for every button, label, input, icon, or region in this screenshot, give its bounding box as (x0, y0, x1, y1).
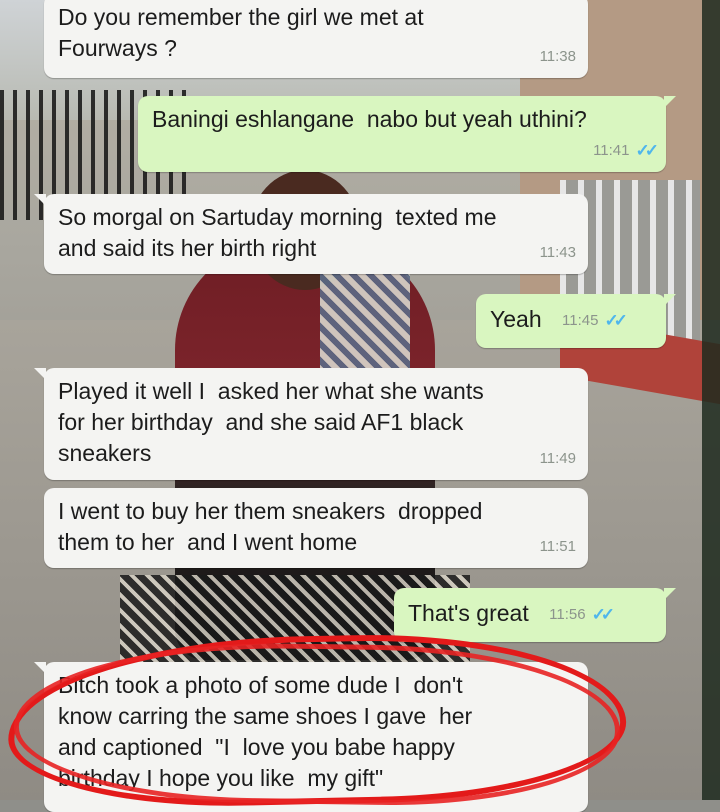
message-text: That's great (408, 600, 529, 626)
message-time: 11:51 (539, 538, 576, 555)
message-text: I went to buy her them sneakers dropped … (58, 498, 483, 555)
message-bubble[interactable]: Do you remember the girl we met at Fourw… (44, 0, 588, 78)
message-meta: 11:56 ✓✓ (549, 599, 615, 630)
message-meta: 11:45 ✓✓ (562, 305, 628, 336)
message-text: Played it well I asked her what she want… (58, 378, 484, 466)
message-bubble[interactable]: Yeah 11:45 ✓✓ (476, 294, 676, 348)
chat-thread[interactable]: Do you remember the girl we met at Fourw… (0, 0, 720, 812)
message-time: 11:38 (539, 48, 576, 65)
message-bubble[interactable]: So morgal on Sartuday morning texted me … (34, 194, 588, 274)
message-time: 11:56 (549, 606, 586, 624)
message-meta: 11:51 (540, 531, 576, 562)
message-bubble[interactable]: That's great 11:56 ✓✓ (394, 588, 676, 642)
message-bubble[interactable]: Played it well I asked her what she want… (34, 368, 588, 480)
double-check-icon: ✓✓ (591, 605, 615, 625)
message-meta: 11:49 (540, 443, 576, 474)
message-bubble[interactable]: Baningi eshlangane nabo but yeah uthini?… (138, 96, 676, 172)
message-bubble[interactable]: I went to buy her them sneakers dropped … (44, 488, 588, 568)
message-bubble[interactable]: Bitch took a photo of some dude I don't … (34, 662, 588, 812)
double-check-icon: ✓✓ (635, 141, 659, 160)
double-check-icon: ✓✓ (604, 311, 627, 331)
message-text: So morgal on Sartuday morning texted me … (58, 204, 497, 261)
message-time: 11:49 (539, 450, 576, 467)
message-text: Do you remember the girl we met at Fourw… (58, 4, 424, 61)
message-time: 11:41 (593, 142, 630, 159)
message-meta: 11:38 (540, 41, 576, 72)
message-meta: 11:41 ✓✓ (593, 135, 659, 166)
message-time: 11:45 (562, 312, 599, 330)
message-time: 11:43 (539, 244, 576, 261)
message-meta: 11:43 (540, 237, 576, 268)
message-text: Bitch took a photo of some dude I don't … (58, 672, 473, 791)
message-text: Baningi eshlangane nabo but yeah uthini? (152, 106, 587, 132)
message-text: Yeah (490, 306, 542, 332)
